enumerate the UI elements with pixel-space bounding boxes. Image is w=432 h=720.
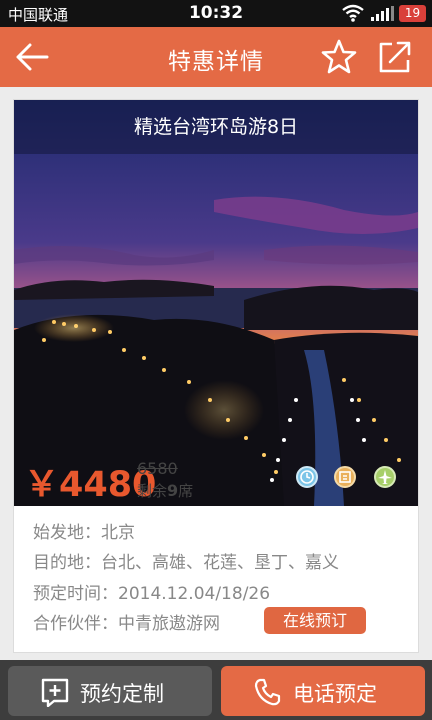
- hotel-icon: [334, 466, 356, 488]
- departure-info: 始发地：北京: [33, 523, 135, 543]
- booking-time-info: 预定时间：2014.12.04/18/26: [33, 584, 271, 604]
- custom-booking-label: 预约定制: [80, 682, 164, 706]
- clock-icon: [296, 466, 318, 488]
- phone-booking-label: 电话预定: [293, 682, 377, 706]
- star-icon[interactable]: [320, 38, 358, 76]
- bottom-action-bar: 预约定制 电话预定: [0, 660, 432, 720]
- seats-remaining: 剩余9席: [137, 481, 194, 500]
- share-icon[interactable]: [376, 39, 414, 75]
- phone-booking-button[interactable]: 电话预定: [221, 666, 425, 716]
- wifi-icon: [342, 4, 364, 26]
- flight-icon: [374, 466, 396, 488]
- clock: 10:32: [188, 3, 244, 23]
- page-title: 特惠详情: [168, 49, 264, 75]
- original-price: 6580: [137, 459, 178, 478]
- deal-card: 精选台湾环岛游8日 ￥4480 6580 剩余9席 始发地：北京 目的地：台北、…: [13, 99, 419, 653]
- status-bar: 中国联通 10:32 19: [0, 0, 432, 27]
- add-square-icon: [40, 677, 70, 708]
- destination-info: 目的地：台北、高雄、花莲、垦丁、嘉义: [33, 553, 339, 573]
- battery-indicator: 19: [399, 5, 426, 22]
- custom-booking-button[interactable]: 预约定制: [8, 666, 212, 716]
- book-online-button[interactable]: 在线预订: [264, 607, 366, 634]
- signal-icon: [371, 6, 395, 25]
- deal-photo: 精选台湾环岛游8日: [14, 100, 418, 506]
- phone-icon: [253, 677, 283, 707]
- partner-info: 合作伙伴：中青旅遨游网: [33, 614, 220, 634]
- deal-banner-title: 精选台湾环岛游8日: [14, 100, 418, 154]
- title-bar: 特惠详情: [0, 27, 432, 87]
